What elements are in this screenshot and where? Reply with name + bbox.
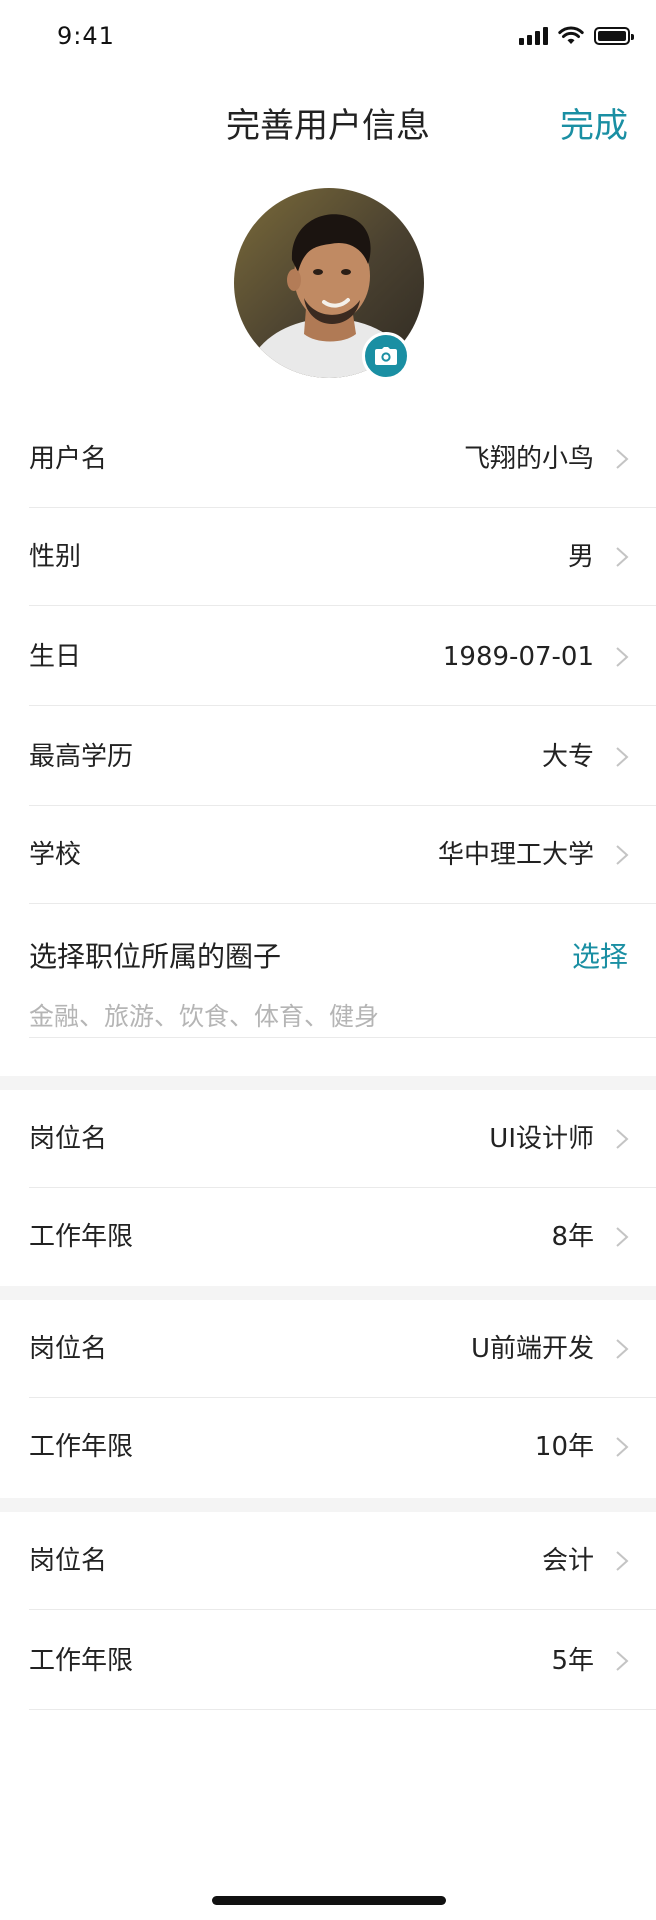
row-value: 华中理工大学 <box>437 840 594 870</box>
row-label: 岗位名 <box>29 1546 108 1576</box>
cellular-signal-icon <box>519 27 548 45</box>
row-job-position[interactable]: 岗位名 U前端开发 <box>0 1300 656 1398</box>
divider <box>29 605 656 606</box>
nav-bar: 完善用户信息 完成 <box>0 76 656 160</box>
section-gap <box>0 1498 656 1512</box>
divider <box>29 1037 656 1038</box>
row-value: 8年 <box>551 1222 594 1252</box>
row-label: 工作年限 <box>29 1222 134 1252</box>
row-label: 性别 <box>29 542 82 572</box>
chevron-right-icon <box>616 449 629 469</box>
row-education[interactable]: 最高学历 大专 <box>0 708 656 806</box>
row-label: 岗位名 <box>29 1334 108 1364</box>
row-value: 会计 <box>541 1546 594 1576</box>
row-label: 岗位名 <box>29 1124 108 1154</box>
chevron-right-icon <box>616 1437 629 1457</box>
divider <box>29 903 656 904</box>
row-value: UI设计师 <box>489 1124 594 1154</box>
row-label: 用户名 <box>29 444 108 474</box>
camera-icon <box>375 347 397 365</box>
section-gap <box>0 1076 656 1090</box>
chevron-right-icon <box>616 547 629 567</box>
home-indicator[interactable] <box>212 1896 446 1905</box>
row-value: 1989-07-01 <box>442 642 594 672</box>
circle-selection: 选择职位所属的圈子 选择 金融、旅游、饮食、体育、健身 <box>0 905 656 1038</box>
row-label: 工作年限 <box>29 1432 134 1462</box>
circle-select-button[interactable]: 选择 <box>572 935 628 975</box>
row-value: 10年 <box>534 1432 594 1462</box>
row-username[interactable]: 用户名 飞翔的小鸟 <box>0 410 656 508</box>
status-icons <box>519 26 634 46</box>
divider <box>29 1609 656 1610</box>
row-job-position[interactable]: 岗位名 UI设计师 <box>0 1090 656 1188</box>
chevron-right-icon <box>616 1651 629 1671</box>
chevron-right-icon <box>616 1551 629 1571</box>
circle-title: 选择职位所属的圈子 <box>29 940 282 973</box>
row-label: 学校 <box>29 840 82 870</box>
done-button[interactable]: 完成 <box>560 98 628 147</box>
divider <box>29 705 656 706</box>
row-value: 飞翔的小鸟 <box>463 444 594 474</box>
row-job-years[interactable]: 工作年限 8年 <box>0 1188 656 1286</box>
chevron-right-icon <box>616 1227 629 1247</box>
row-label: 工作年限 <box>29 1646 134 1676</box>
row-value: 男 <box>567 542 594 572</box>
row-label: 生日 <box>29 642 82 672</box>
page-title: 完善用户信息 <box>226 106 430 146</box>
status-bar: 9:41 <box>0 0 656 76</box>
wifi-icon <box>558 26 584 44</box>
status-time: 9:41 <box>57 22 115 50</box>
row-job-years[interactable]: 工作年限 10年 <box>0 1398 656 1496</box>
section-gap <box>0 1286 656 1300</box>
row-gender[interactable]: 性别 男 <box>0 508 656 606</box>
row-label: 最高学历 <box>29 742 134 772</box>
chevron-right-icon <box>616 845 629 865</box>
battery-icon <box>594 27 634 45</box>
chevron-right-icon <box>616 747 629 767</box>
chevron-right-icon <box>616 647 629 667</box>
row-value: U前端开发 <box>470 1334 594 1364</box>
row-job-years[interactable]: 工作年限 5年 <box>0 1612 656 1710</box>
row-value: 大专 <box>541 742 594 772</box>
row-job-position[interactable]: 岗位名 会计 <box>0 1512 656 1610</box>
circle-hint: 金融、旅游、饮食、体育、健身 <box>29 1002 380 1031</box>
row-school[interactable]: 学校 华中理工大学 <box>0 806 656 904</box>
row-birthday[interactable]: 生日 1989-07-01 <box>0 608 656 706</box>
divider <box>29 1709 656 1710</box>
row-value: 5年 <box>551 1646 594 1676</box>
chevron-right-icon <box>616 1129 629 1149</box>
chevron-right-icon <box>616 1339 629 1359</box>
avatar-container[interactable] <box>234 188 424 380</box>
change-avatar-button[interactable] <box>362 332 410 380</box>
